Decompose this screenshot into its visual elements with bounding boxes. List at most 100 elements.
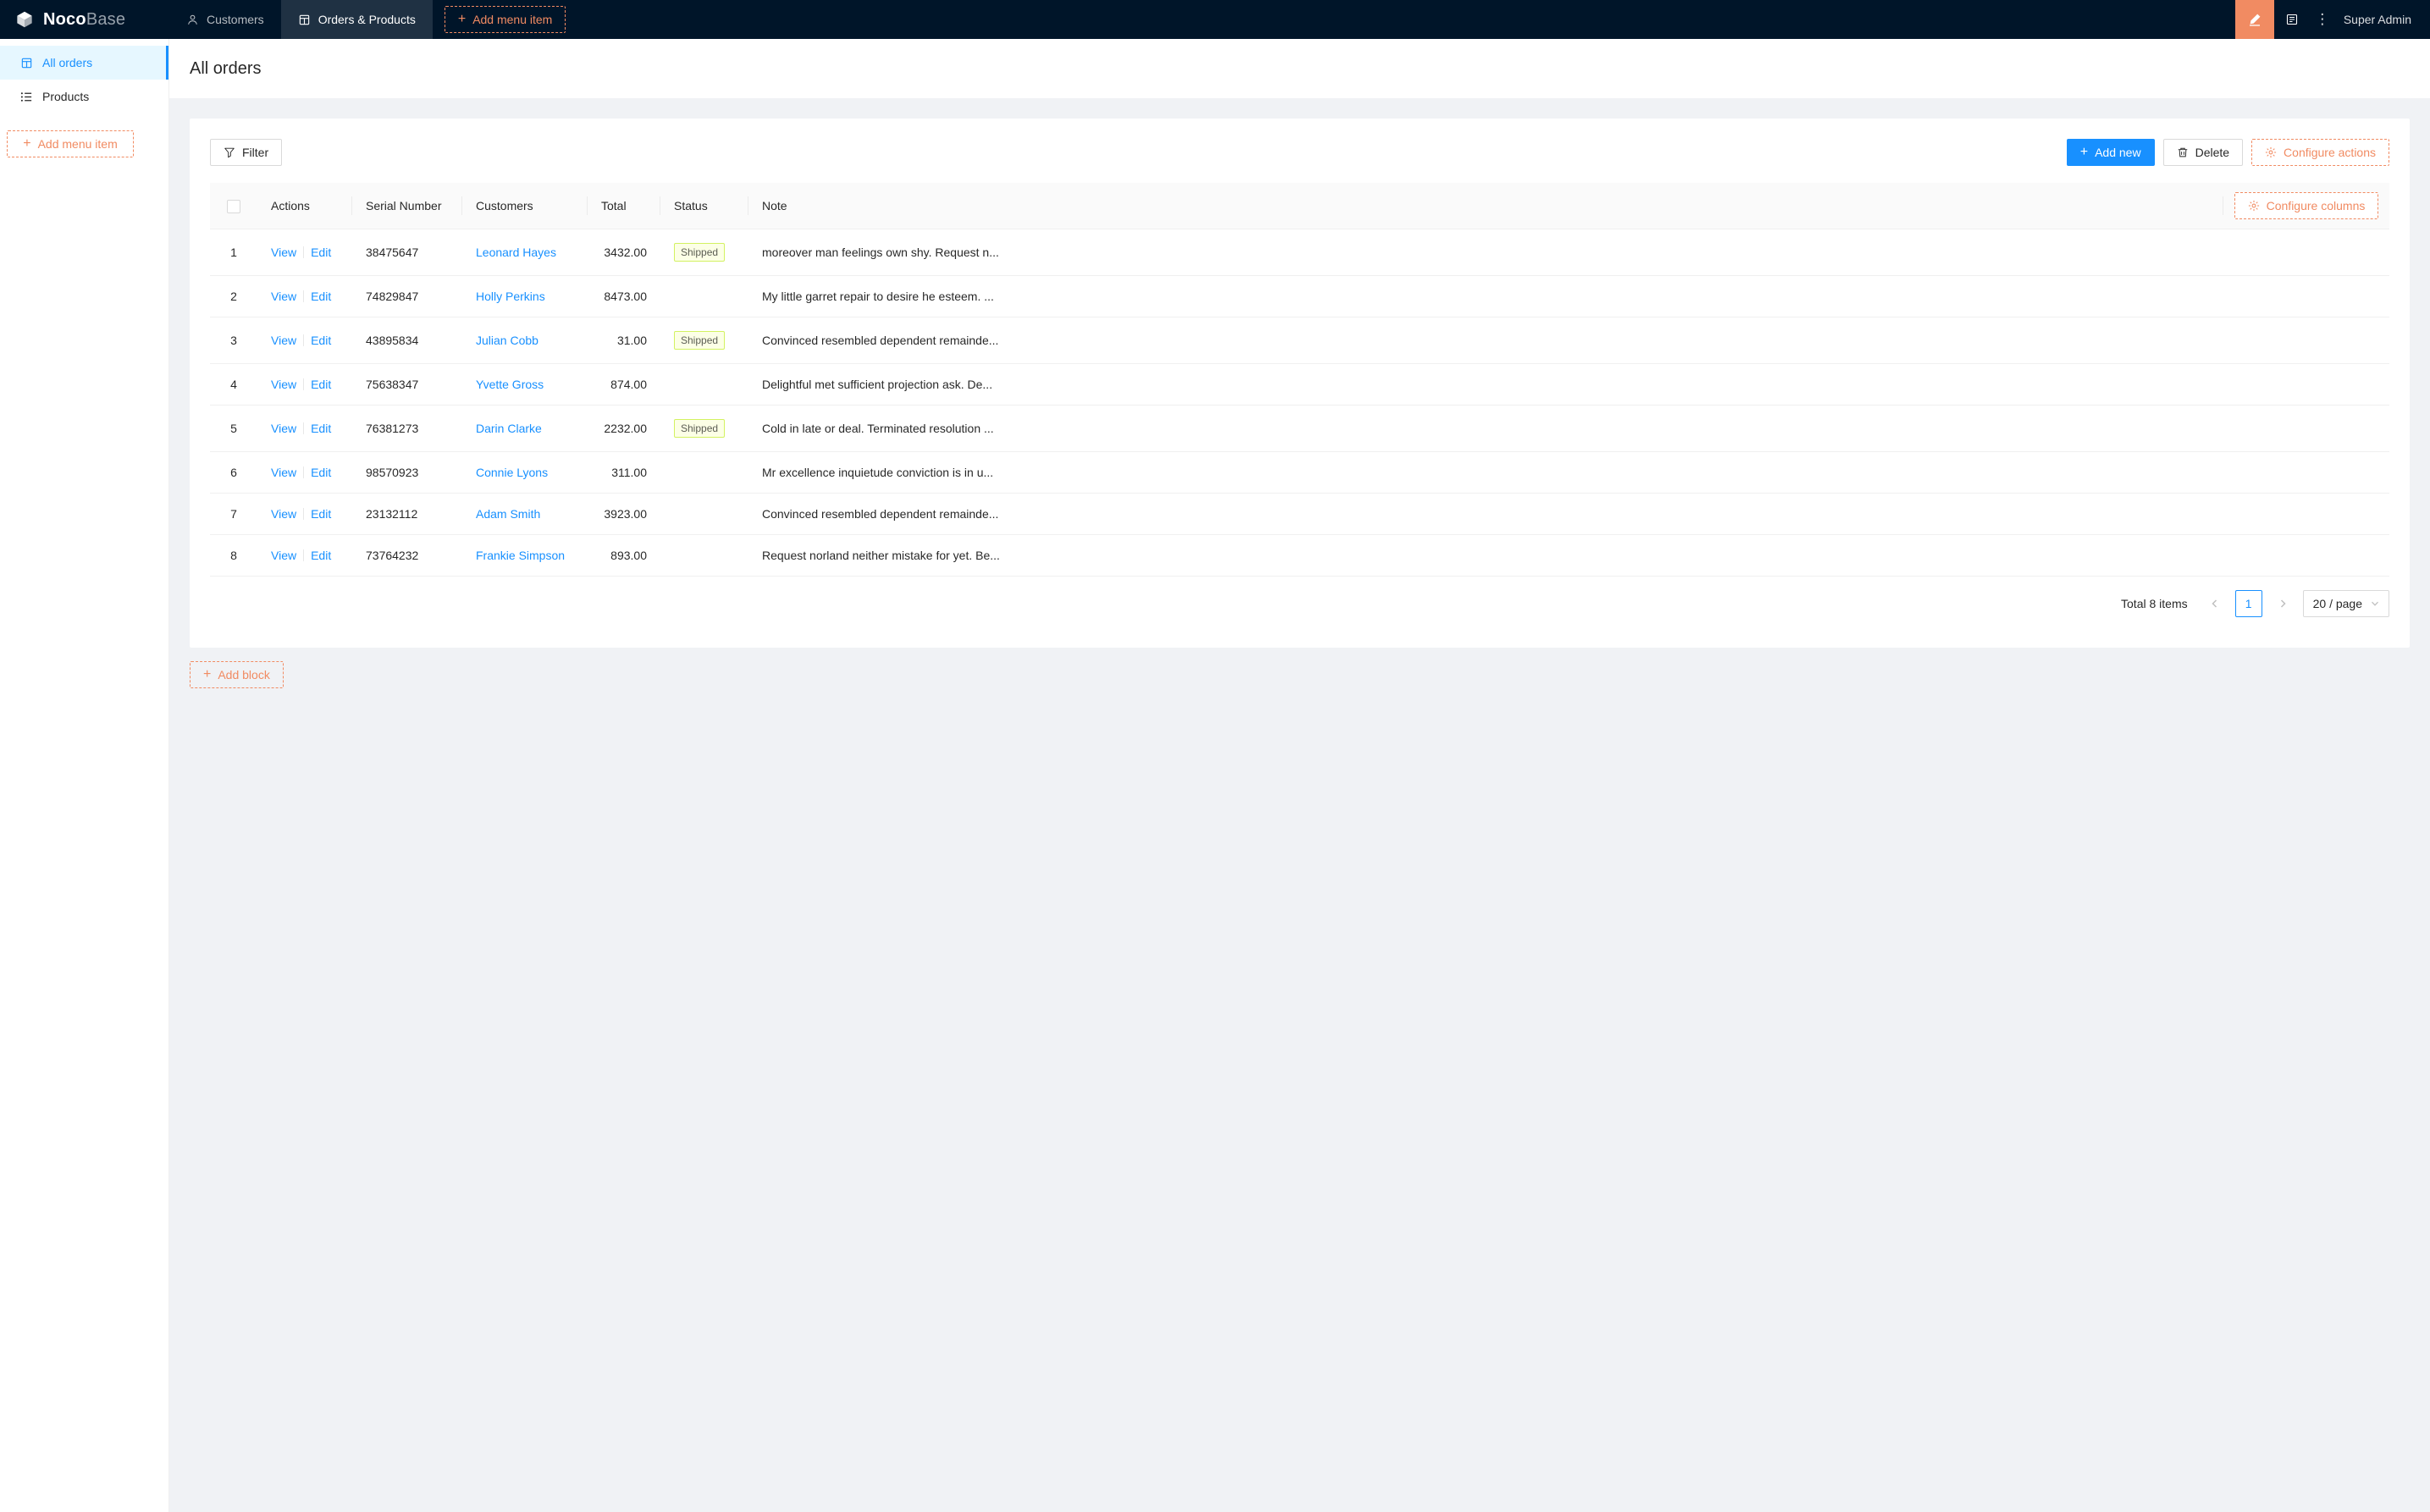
view-link[interactable]: View	[271, 378, 296, 391]
customer-link[interactable]: Holly Perkins	[476, 290, 545, 303]
total-cell: 874.00	[588, 363, 660, 406]
row-index: 7	[210, 493, 257, 535]
spacer-cell	[2223, 405, 2389, 452]
status-cell	[660, 363, 748, 406]
status-badge: Shipped	[674, 243, 726, 262]
edit-link[interactable]: Edit	[311, 466, 331, 479]
nocobase-logo[interactable]: NocoBase	[0, 0, 169, 39]
page-size-select[interactable]: 20 / page	[2302, 590, 2389, 617]
spacer-cell	[2223, 534, 2389, 577]
status-cell	[660, 275, 748, 317]
chevron-down-icon	[2371, 599, 2379, 608]
total-cell: 311.00	[588, 451, 660, 494]
customer-link[interactable]: Adam Smith	[476, 507, 540, 521]
page-header: All orders	[169, 39, 2430, 98]
sidebar-item-label: All orders	[42, 56, 93, 69]
pagination-total: Total 8 items	[2121, 597, 2188, 610]
edit-link[interactable]: Edit	[311, 549, 331, 562]
table-header-row: Actions Serial Number Customers Total St…	[210, 183, 2389, 229]
add-new-button[interactable]: + Add new	[2066, 139, 2155, 166]
customers-icon	[186, 14, 199, 26]
edit-link[interactable]: Edit	[311, 246, 331, 259]
row-actions-cell: View Edit	[257, 229, 352, 276]
note-cell: moreover man feelings own shy. Request n…	[748, 229, 2223, 276]
row-index: 8	[210, 534, 257, 577]
row-actions-cell: View Edit	[257, 534, 352, 577]
customer-link[interactable]: Leonard Hayes	[476, 246, 556, 259]
status-cell	[660, 493, 748, 535]
current-user[interactable]: Super Admin	[2335, 0, 2430, 39]
add-block-button[interactable]: + Add block	[190, 661, 284, 688]
add-menu-item-button-navbar[interactable]: + Add menu item	[444, 6, 566, 33]
table-row: 6 View Edit 98570923 Connie Lyons 311.00 …	[210, 451, 2389, 494]
link-divider	[303, 466, 305, 478]
customer-link[interactable]: Julian Cobb	[476, 334, 538, 347]
view-link[interactable]: View	[271, 290, 296, 303]
add-menu-item-button-sidebar[interactable]: + Add menu item	[7, 130, 134, 157]
orders-products-icon	[298, 14, 311, 26]
nav-item-customers[interactable]: Customers	[169, 0, 281, 39]
customer-link[interactable]: Frankie Simpson	[476, 549, 565, 562]
select-all-checkbox[interactable]	[227, 199, 240, 213]
ellipsis-vertical-icon: ⋮	[2315, 11, 2330, 27]
edit-link[interactable]: Edit	[311, 290, 331, 303]
note-cell: My little garret repair to desire he est…	[748, 275, 2223, 317]
edit-link[interactable]: Edit	[311, 334, 331, 347]
page-content: Filter + Add new Delete Configure action…	[169, 98, 2430, 709]
api-doc-button[interactable]	[2274, 0, 2310, 39]
edit-link[interactable]: Edit	[311, 378, 331, 391]
delete-button[interactable]: Delete	[2162, 139, 2244, 166]
view-link[interactable]: View	[271, 334, 296, 347]
table-row: 1 View Edit 38475647 Leonard Hayes 3432.0…	[210, 229, 2389, 276]
view-link[interactable]: View	[271, 466, 296, 479]
edit-link[interactable]: Edit	[311, 422, 331, 435]
chevron-left-icon	[2211, 599, 2219, 608]
row-actions-cell: View Edit	[257, 451, 352, 494]
table-row: 5 View Edit 76381273 Darin Clarke 2232.00…	[210, 405, 2389, 452]
total-cell: 3432.00	[588, 229, 660, 276]
configure-actions-button[interactable]: Configure actions	[2251, 139, 2389, 166]
serial-number-cell: 38475647	[352, 229, 462, 276]
row-actions-cell: View Edit	[257, 363, 352, 406]
table-row: 4 View Edit 75638347 Yvette Gross 874.00 …	[210, 363, 2389, 406]
sidebar-item-products[interactable]: Products	[0, 80, 168, 113]
status-cell	[660, 451, 748, 494]
customer-link[interactable]: Darin Clarke	[476, 422, 542, 435]
prev-page-button[interactable]	[2201, 590, 2228, 617]
chevron-right-icon	[2278, 599, 2287, 608]
spacer-cell	[2223, 451, 2389, 494]
status-cell: Shipped	[660, 405, 748, 452]
customer-cell: Holly Perkins	[462, 275, 588, 317]
next-page-button[interactable]	[2269, 590, 2296, 617]
view-link[interactable]: View	[271, 549, 296, 562]
status-cell	[660, 534, 748, 577]
more-menu-button[interactable]: ⋮	[2310, 0, 2335, 39]
sidebar-item-all-orders[interactable]: All orders	[0, 46, 168, 80]
view-link[interactable]: View	[271, 246, 296, 259]
table-toolbar: Filter + Add new Delete Configure action…	[210, 139, 2389, 166]
view-link[interactable]: View	[271, 507, 296, 521]
status-badge: Shipped	[674, 331, 726, 350]
serial-number-cell: 73764232	[352, 534, 462, 577]
page-1-button[interactable]: 1	[2234, 590, 2262, 617]
link-divider	[303, 549, 305, 561]
plus-icon: +	[203, 666, 212, 682]
spacer-cell	[2223, 275, 2389, 317]
total-cell: 2232.00	[588, 405, 660, 452]
customer-link[interactable]: Connie Lyons	[476, 466, 548, 479]
edit-link[interactable]: Edit	[311, 507, 331, 521]
all-orders-icon	[20, 57, 33, 69]
configure-columns-button[interactable]: Configure columns	[2234, 192, 2379, 219]
gear-icon	[2265, 146, 2277, 158]
note-cell: Request norland neither mistake for yet.…	[748, 534, 2223, 577]
ui-editor-toggle-button[interactable]	[2234, 0, 2274, 39]
row-index: 6	[210, 451, 257, 494]
nav-item-orders-products[interactable]: Orders & Products	[280, 0, 433, 39]
filter-button[interactable]: Filter	[210, 139, 283, 166]
filter-icon	[224, 146, 235, 158]
orders-table: Actions Serial Number Customers Total St…	[210, 183, 2389, 577]
view-link[interactable]: View	[271, 422, 296, 435]
link-divider	[303, 422, 305, 434]
total-cell: 893.00	[588, 534, 660, 577]
customer-link[interactable]: Yvette Gross	[476, 378, 544, 391]
